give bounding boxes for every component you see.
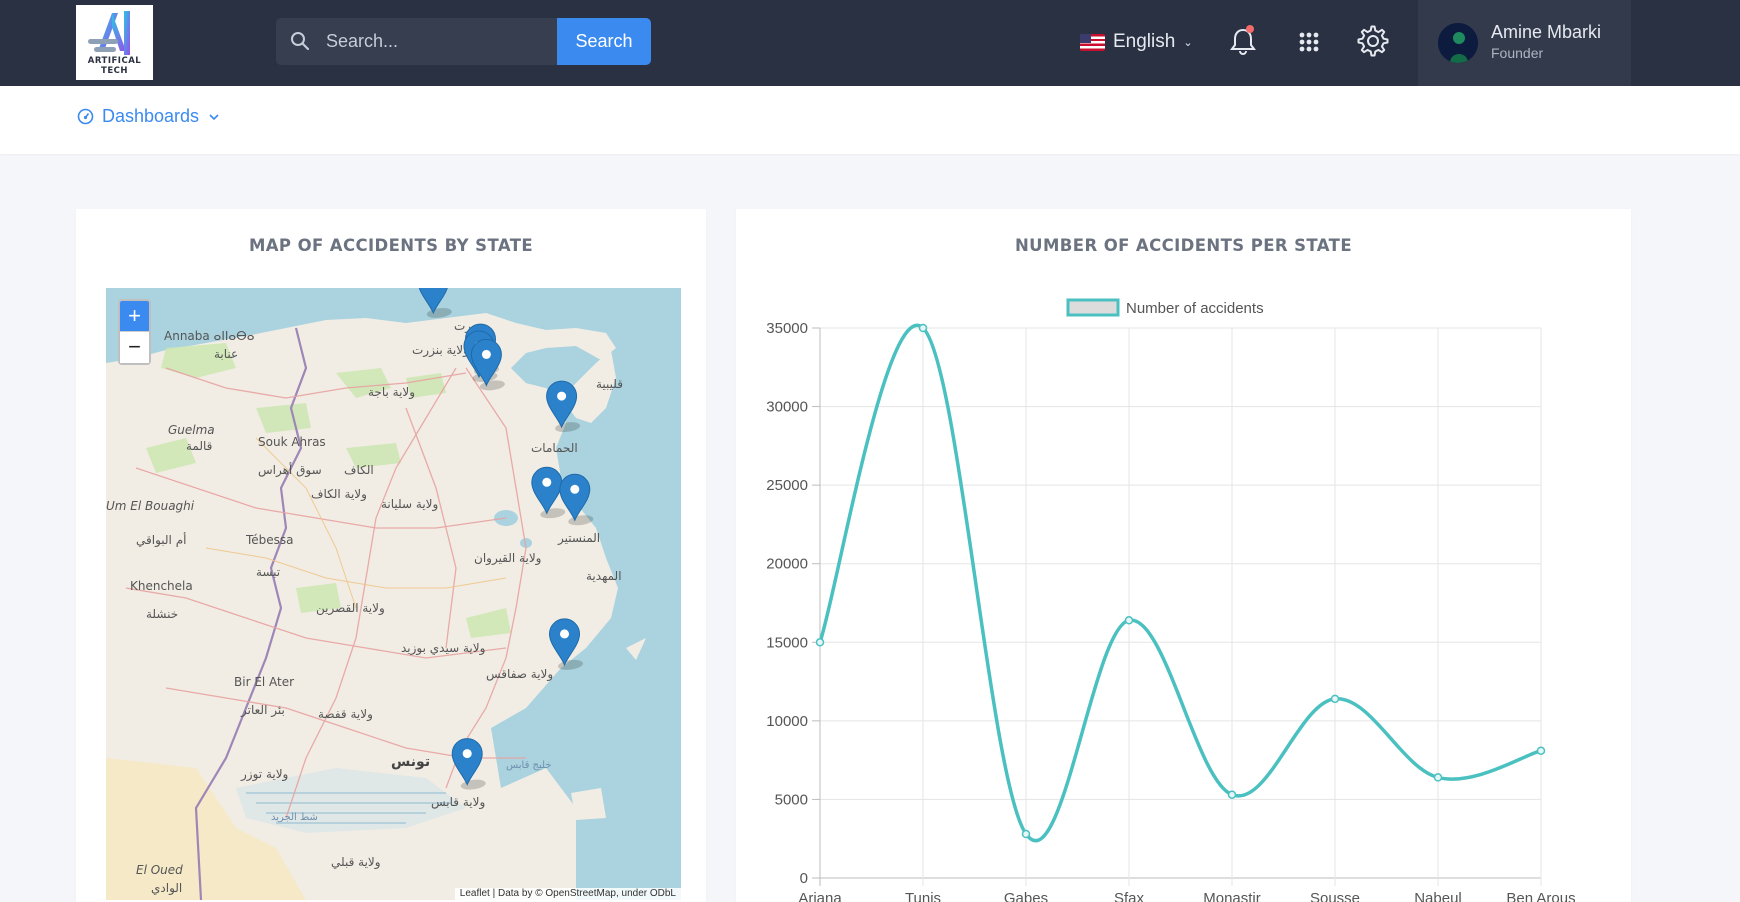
y-tick-label: 5000 — [775, 791, 808, 808]
user-avatar-image — [1438, 23, 1478, 63]
search-button[interactable]: Search — [557, 18, 651, 65]
zoom-out-button[interactable]: − — [120, 332, 149, 363]
x-tick-label: Gabes — [1004, 890, 1048, 902]
user-role: Founder — [1491, 45, 1544, 61]
search-icon — [291, 32, 310, 51]
map-marker-pin-icon[interactable] — [418, 288, 455, 318]
map-zoom-control: + − — [118, 299, 151, 365]
y-tick-label: 0 — [800, 870, 808, 887]
y-tick-label: 35000 — [766, 320, 808, 337]
data-point[interactable] — [815, 638, 825, 647]
top-navbar: ARTIFICAL TECH Search English ⌄ — [0, 0, 1740, 86]
us-flag-icon — [1080, 33, 1105, 51]
data-point[interactable] — [1536, 746, 1546, 755]
language-selector[interactable]: English ⌄ — [1080, 26, 1193, 58]
chevron-down-icon — [209, 113, 219, 120]
y-tick-label: 10000 — [766, 713, 808, 730]
x-tick-label: Sfax — [1114, 890, 1145, 902]
y-tick-label: 20000 — [766, 556, 808, 573]
legend-label: Number of accidents — [1126, 300, 1264, 317]
map-card-title: MAP OF ACCIDENTS BY STATE — [248, 236, 534, 255]
bell-icon — [1230, 28, 1256, 55]
chart-card: NUMBER OF ACCIDENTS PER STATE 0 5000 10000… — [736, 209, 1631, 902]
data-point[interactable] — [1021, 829, 1031, 839]
user-name: Amine Mbarki — [1491, 22, 1602, 42]
apps-grid-icon — [1299, 32, 1319, 52]
y-tick-label: 15000 — [766, 634, 808, 651]
x-tick-label: Tunis — [905, 890, 941, 902]
dashboard-gauge-icon — [77, 108, 94, 125]
map-marker-pin-icon[interactable] — [559, 473, 597, 526]
x-tick-label: Monastir — [1203, 890, 1261, 902]
map-marker-pin-icon[interactable] — [451, 738, 489, 790]
legend-swatch — [1066, 298, 1120, 317]
search-input[interactable] — [326, 18, 554, 65]
x-tick-label: Sousse — [1310, 890, 1360, 902]
marker-layer — [418, 288, 597, 790]
data-point[interactable] — [1433, 773, 1443, 782]
data-point[interactable] — [918, 323, 928, 333]
dashboards-menu[interactable]: Dashboards — [77, 106, 221, 127]
chart-legend[interactable]: Number of accidents — [1066, 298, 1264, 317]
x-tick-label: Ariana — [798, 890, 842, 902]
accidents-map[interactable]: Annaba ⴰⵏⵏⴰⴱⴰ عنابة Guelma قالمة Souk Ah… — [106, 288, 681, 900]
zoom-in-button[interactable]: + — [120, 301, 149, 332]
map-card: MAP OF ACCIDENTS BY STATE Annaba ⴰⵏⵏⴰⴱⴰ … — [76, 209, 706, 902]
map-marker-pin-icon[interactable] — [546, 380, 584, 433]
map-attribution[interactable]: Leaflet | Data by © OpenStreetMap, under… — [454, 888, 681, 900]
apps-button[interactable] — [1292, 24, 1326, 58]
x-tick-label: Ben Arous — [1506, 890, 1575, 902]
x-tick-label: Nabeul — [1414, 890, 1462, 902]
settings-button[interactable] — [1356, 24, 1390, 58]
dashboards-label: Dashboards — [102, 106, 200, 126]
search-box — [276, 18, 558, 65]
user-menu[interactable]: Amine Mbarki Founder — [1418, 0, 1631, 86]
notifications-button[interactable] — [1226, 24, 1260, 58]
data-point[interactable] — [1227, 790, 1237, 799]
data-point[interactable] — [1124, 616, 1134, 625]
secondary-navbar: Dashboards — [0, 86, 1740, 154]
map-marker-pin-icon[interactable] — [470, 338, 508, 391]
brand-logo[interactable]: ARTIFICAL TECH — [76, 5, 153, 80]
series-line — [818, 323, 1542, 843]
chevron-down-icon: ⌄ — [1183, 36, 1193, 49]
brand-logo-text: ARTIFICAL TECH — [87, 56, 142, 76]
notification-badge — [1246, 25, 1254, 33]
avatar — [1438, 23, 1478, 63]
language-label: English — [1113, 31, 1176, 52]
data-point[interactable] — [1330, 694, 1340, 704]
gear-icon — [1357, 25, 1389, 57]
y-tick-label: 25000 — [766, 477, 808, 494]
map-marker-pin-icon[interactable] — [548, 618, 587, 670]
accidents-line-chart: 0 5000 10000 15000 20000 25000 30000 35000 Arian… — [766, 298, 1576, 902]
y-tick-label: 30000 — [766, 399, 808, 416]
